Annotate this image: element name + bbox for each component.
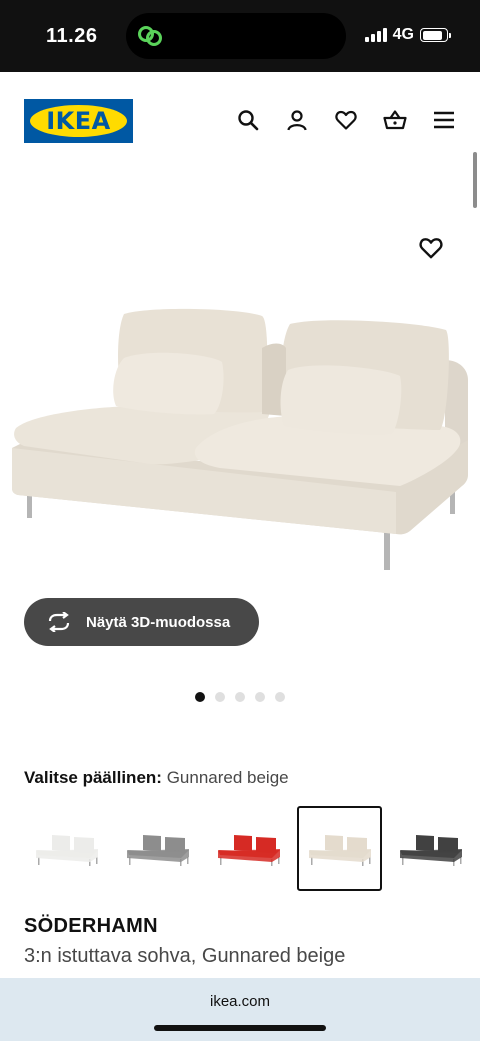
home-indicator[interactable] bbox=[154, 1025, 326, 1031]
cover-label: Valitse päällinen: bbox=[24, 768, 162, 787]
menu-icon[interactable] bbox=[432, 108, 456, 132]
carousel-dots bbox=[195, 692, 285, 702]
network-label: 4G bbox=[392, 26, 414, 43]
carousel-dot[interactable] bbox=[215, 692, 225, 702]
cover-swatches bbox=[24, 806, 473, 891]
logo-oval: IKEA bbox=[30, 105, 127, 137]
browser-url-bar[interactable]: ikea.com bbox=[0, 978, 480, 1041]
logo-text: IKEA bbox=[46, 107, 111, 135]
wishlist-heart-icon[interactable] bbox=[418, 235, 444, 261]
rotate-3d-icon bbox=[48, 612, 70, 632]
carousel-dot[interactable] bbox=[255, 692, 265, 702]
sofa-thumbnail-icon bbox=[126, 834, 189, 866]
scrollbar-thumb[interactable] bbox=[473, 152, 477, 208]
view-3d-label: Näytä 3D-muodossa bbox=[86, 613, 231, 631]
search-icon[interactable] bbox=[236, 108, 260, 132]
sofa-thumbnail-icon bbox=[399, 834, 462, 866]
product-image[interactable] bbox=[0, 230, 480, 590]
status-time: 11.26 bbox=[46, 25, 98, 47]
product-description: 3:n istuttava sohva, Gunnared beige bbox=[24, 945, 346, 967]
carousel-dot[interactable] bbox=[275, 692, 285, 702]
sofa-thumbnail-icon bbox=[35, 834, 98, 866]
cover-swatch[interactable] bbox=[388, 806, 473, 891]
cover-swatch[interactable] bbox=[24, 806, 109, 891]
carousel-dot[interactable] bbox=[235, 692, 245, 702]
cover-swatch[interactable] bbox=[206, 806, 291, 891]
heart-icon[interactable] bbox=[334, 108, 358, 132]
carousel-dot[interactable] bbox=[195, 692, 205, 702]
site-header: IKEA bbox=[0, 72, 480, 168]
account-icon[interactable] bbox=[285, 108, 309, 132]
ikea-logo[interactable]: IKEA bbox=[24, 99, 133, 143]
cover-swatch[interactable] bbox=[115, 806, 200, 891]
status-bar: 11.26 4G bbox=[0, 0, 480, 72]
view-3d-button[interactable]: Näytä 3D-muodossa bbox=[24, 598, 259, 646]
cover-heading: Valitse päällinen: Gunnared beige bbox=[24, 768, 289, 788]
url-text[interactable]: ikea.com bbox=[0, 993, 480, 1010]
basket-icon[interactable] bbox=[383, 108, 407, 132]
battery-fill bbox=[422, 30, 443, 40]
cover-selected-name: Gunnared beige bbox=[166, 768, 289, 787]
dynamic-island bbox=[126, 13, 346, 59]
cover-swatch[interactable] bbox=[297, 806, 382, 891]
status-indicators: 4G bbox=[364, 26, 451, 44]
sofa-thumbnail-icon bbox=[308, 834, 371, 866]
signal-icon bbox=[364, 28, 387, 42]
battery-icon bbox=[420, 28, 451, 42]
sofa-thumbnail-icon bbox=[217, 834, 280, 866]
product-name: SÖDERHAMN bbox=[24, 915, 158, 937]
header-actions bbox=[236, 108, 456, 132]
link-icon bbox=[138, 26, 162, 46]
